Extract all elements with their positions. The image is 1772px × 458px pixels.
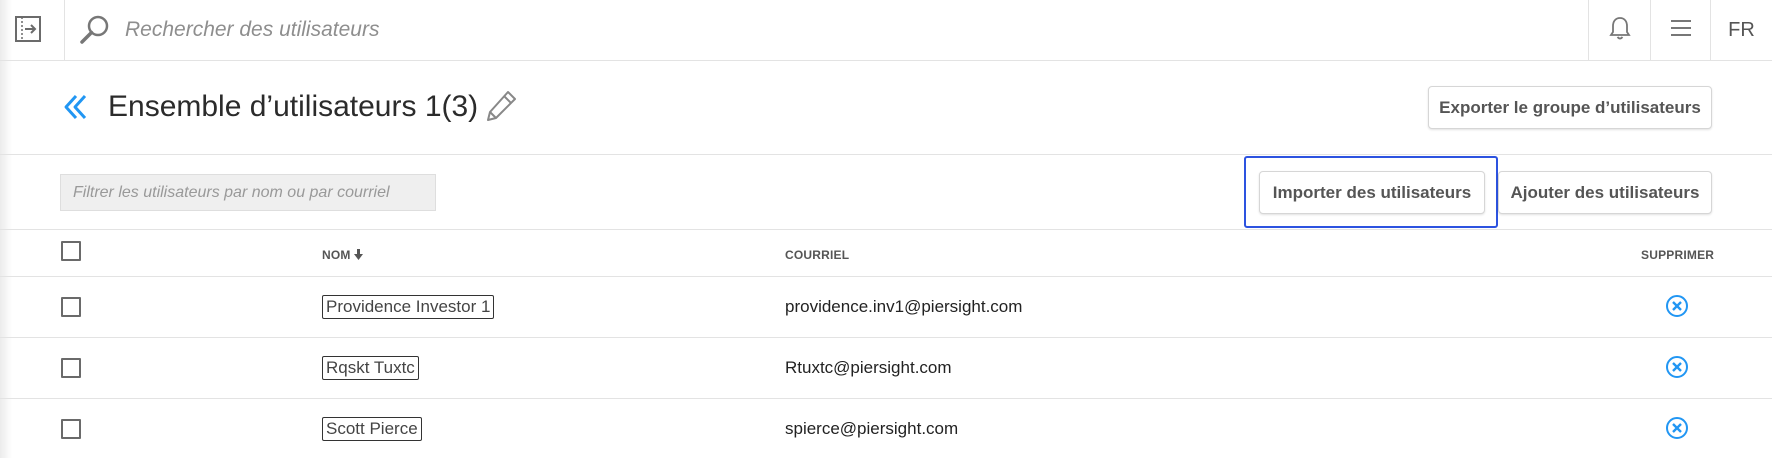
search-input[interactable] — [125, 18, 1125, 42]
language-switcher[interactable]: FR — [1710, 0, 1772, 60]
column-header-name[interactable]: NOM — [322, 248, 364, 262]
import-users-button[interactable]: Importer des utilisateurs — [1259, 171, 1485, 214]
search-icon — [77, 12, 113, 48]
notifications-button[interactable] — [1588, 0, 1650, 60]
global-search — [64, 0, 1584, 60]
row-checkbox[interactable] — [61, 297, 81, 317]
user-email: Rtuxtc@piersight.com — [785, 358, 952, 377]
filter-users-input[interactable] — [60, 174, 436, 211]
remove-circle-icon[interactable] — [1665, 294, 1689, 318]
user-email: providence.inv1@piersight.com — [785, 297, 1023, 316]
export-group-button[interactable]: Exporter le groupe d’utilisateurs — [1428, 86, 1712, 129]
table-header: NOM COURRIEL SUPPRIMER — [0, 231, 1772, 277]
column-header-name-label: NOM — [322, 248, 351, 262]
table-row: Rqskt Tuxtc Rtuxtc@piersight.com — [0, 338, 1772, 399]
select-all-checkbox[interactable] — [61, 241, 81, 261]
top-right-actions: FR — [1588, 0, 1772, 60]
row-checkbox[interactable] — [61, 419, 81, 439]
menu-icon — [1670, 18, 1692, 43]
column-header-email: COURRIEL — [785, 248, 850, 262]
user-name[interactable]: Providence Investor 1 — [322, 295, 495, 319]
page-title: Ensemble d’utilisateurs 1(3) — [108, 90, 479, 123]
remove-circle-icon[interactable] — [1665, 355, 1689, 379]
back-chevron-icon[interactable] — [62, 92, 90, 122]
pencil-icon[interactable] — [484, 89, 518, 123]
user-name[interactable]: Scott Pierce — [322, 417, 422, 441]
remove-circle-icon[interactable] — [1665, 416, 1689, 440]
table-row: Providence Investor 1 providence.inv1@pi… — [0, 277, 1772, 338]
page-header: Ensemble d’utilisateurs 1(3) Exporter le… — [0, 61, 1772, 155]
row-checkbox[interactable] — [61, 358, 81, 378]
main-menu-button[interactable] — [1650, 0, 1710, 60]
sidebar-toggle-icon[interactable] — [10, 11, 46, 47]
column-header-delete: SUPPRIMER — [1641, 248, 1715, 262]
users-table: NOM COURRIEL SUPPRIMER Providence Invest… — [0, 231, 1772, 458]
user-email: spierce@piersight.com — [785, 419, 959, 438]
user-name[interactable]: Rqskt Tuxtc — [322, 356, 419, 380]
app: FR Ensemble d’utilisateurs 1(3) Exporter… — [0, 0, 1772, 458]
bell-icon — [1608, 15, 1632, 46]
top-bar: FR — [0, 0, 1772, 61]
filter-toolbar: Importer des utilisateurs Ajouter des ut… — [0, 156, 1772, 230]
sort-down-arrow-icon — [354, 248, 364, 262]
table-row: Scott Pierce spierce@piersight.com — [0, 399, 1772, 458]
add-users-button[interactable]: Ajouter des utilisateurs — [1498, 171, 1712, 214]
